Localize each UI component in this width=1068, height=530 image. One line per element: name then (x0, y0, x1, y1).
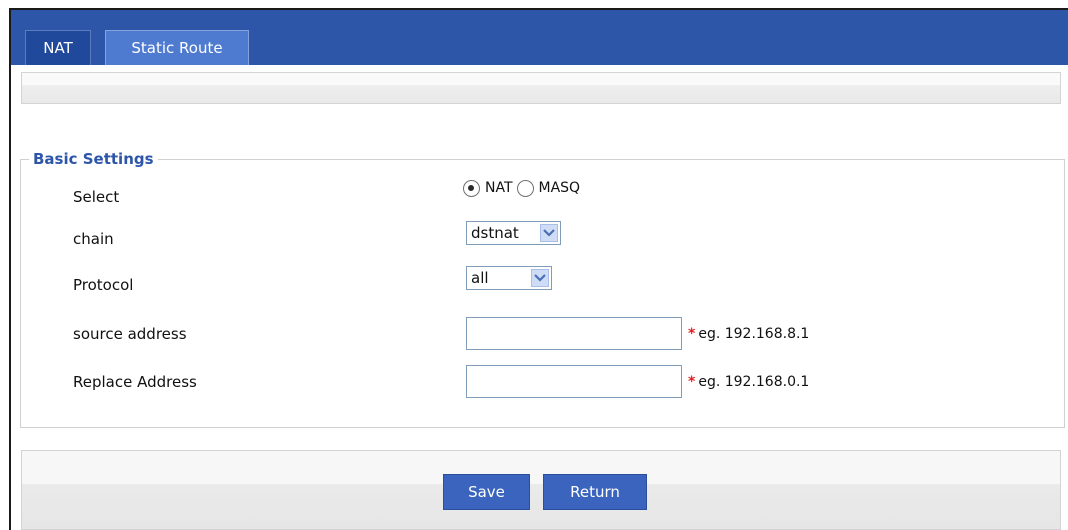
return-button[interactable]: Return (543, 474, 647, 510)
chain-select-value: dstnat (471, 224, 519, 242)
radio-nat-label: NAT (485, 180, 513, 196)
tab-nat[interactable]: NAT (25, 30, 91, 65)
protocol-select-value: all (471, 269, 489, 287)
required-star: * (688, 326, 696, 342)
source-address-input[interactable] (466, 317, 682, 350)
save-button[interactable]: Save (443, 474, 530, 510)
tab-bar: NAT Static Route (11, 10, 1068, 65)
radio-masq[interactable] (516, 179, 534, 197)
replace-address-hint-text: eg. 192.168.0.1 (698, 374, 810, 390)
footer-bar (21, 450, 1061, 530)
chain-select[interactable]: dstnat (466, 221, 561, 245)
chevron-down-icon (540, 224, 558, 242)
source-address-hint: * eg. 192.168.8.1 (688, 324, 809, 344)
radio-masq-label: MASQ (538, 180, 581, 196)
chevron-down-icon (531, 269, 549, 287)
tab-nat-label: NAT (43, 39, 73, 57)
chain-label: chain (73, 230, 114, 248)
replace-address-hint: * eg. 192.168.0.1 (688, 372, 809, 392)
radio-nat[interactable] (463, 179, 480, 197)
sub-toolbar (21, 72, 1061, 104)
replace-address-label: Replace Address (73, 373, 197, 391)
protocol-label: Protocol (73, 276, 134, 294)
select-label: Select (73, 188, 120, 206)
basic-settings-legend: Basic Settings (33, 150, 154, 168)
mode-radio-group: NAT MASQ (463, 176, 584, 200)
tab-static-route-label: Static Route (131, 39, 223, 57)
source-address-hint-text: eg. 192.168.8.1 (698, 326, 810, 342)
required-star: * (688, 374, 696, 390)
replace-address-input[interactable] (466, 365, 682, 398)
tab-static-route[interactable]: Static Route (105, 30, 249, 65)
protocol-select[interactable]: all (466, 266, 552, 290)
source-address-label: source address (73, 325, 187, 343)
